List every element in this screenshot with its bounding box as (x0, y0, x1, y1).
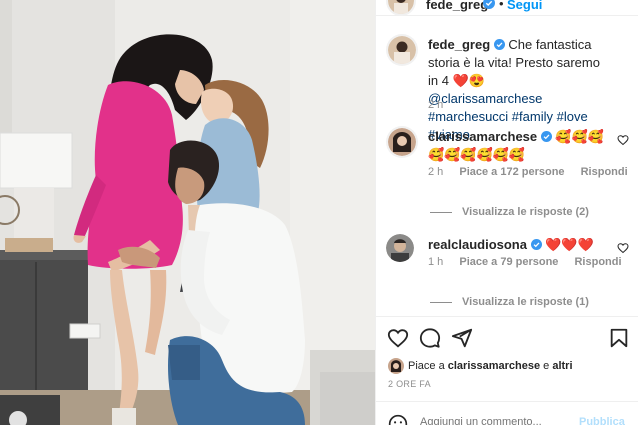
comment-time[interactable]: 2 h (428, 166, 443, 178)
heart-icon[interactable] (387, 327, 409, 349)
publish-button[interactable]: Pubblica (579, 416, 625, 425)
verified-badge-icon (493, 39, 505, 50)
view-replies-button[interactable]: Visualizza le risposte (2) (430, 206, 589, 218)
likes-text: Piace a clarissamarchese e altri (408, 360, 573, 372)
likes-summary[interactable]: Piace a clarissamarchese e altri (388, 358, 633, 376)
comment-meta: 1 h Piace a 79 persone Rispondi (428, 256, 635, 268)
caption-username[interactable]: fede_greg (428, 37, 490, 52)
view-replies-button[interactable]: Visualizza le risposte (1) (430, 296, 589, 308)
comment-avatar-image (388, 128, 416, 156)
comment-time[interactable]: 1 h (428, 256, 443, 268)
likes-others[interactable]: altri (552, 360, 572, 372)
verified-badge-icon (540, 131, 552, 142)
heart-icon[interactable] (617, 242, 629, 254)
replies-line (430, 301, 452, 303)
comment-avatar[interactable] (386, 126, 418, 158)
replies-line (430, 211, 452, 213)
post-sidebar: fede_greg • Segui ••• fede_greg (375, 0, 638, 425)
author-avatar-image (388, 0, 414, 14)
comment-body: clarissamarchese 🥰🥰🥰🥰🥰🥰🥰🥰🥰 (428, 128, 610, 164)
emoji-icon[interactable] (388, 414, 408, 425)
comment-icon[interactable] (419, 327, 441, 349)
caption-time[interactable]: 2 h (428, 99, 443, 111)
share-icon[interactable] (451, 327, 473, 349)
reply-button[interactable]: Rispondi (574, 256, 621, 268)
view-replies-label: Visualizza le risposte (2) (462, 206, 589, 218)
caption-avatar-image (388, 36, 416, 64)
author-username[interactable]: fede_greg (426, 0, 488, 12)
comment-input[interactable] (420, 416, 560, 425)
comment-avatar-image (386, 234, 414, 262)
comment-avatar[interactable] (386, 234, 418, 266)
verified-badge-icon (530, 239, 542, 250)
likes-middle: e (540, 360, 553, 372)
comment-likes[interactable]: Piace a 172 persone (459, 166, 564, 178)
comments-list[interactable]: fede_greg Che fantastica storia è la vit… (376, 28, 638, 315)
caption-avatar[interactable] (386, 34, 418, 66)
reply-button[interactable]: Rispondi (581, 166, 628, 178)
post-photo[interactable] (0, 0, 375, 425)
likes-user[interactable]: clarissamarchese (448, 360, 540, 372)
heart-icon[interactable] (617, 134, 629, 146)
verified-badge-icon (483, 0, 495, 9)
author-avatar[interactable] (386, 0, 416, 16)
view-replies-label: Visualizza le risposte (1) (462, 296, 589, 308)
likes-prefix: Piace a (408, 360, 448, 372)
post-header: fede_greg • Segui ••• (376, 0, 638, 16)
comment-meta: 2 h Piace a 172 persone Rispondi (428, 166, 638, 178)
comment-username[interactable]: clarissamarchese (428, 129, 537, 144)
post-image (0, 0, 375, 425)
follow-button[interactable]: Segui (507, 0, 542, 12)
save-icon[interactable] (608, 327, 630, 349)
post-timestamp[interactable]: 2 ORE FA (388, 379, 431, 389)
comment-likes[interactable]: Piace a 79 persone (459, 256, 558, 268)
comment-body: realclaudiosona ❤️❤️❤️ (428, 236, 610, 254)
caption-meta: 2 h (428, 99, 456, 111)
header-separator: • (499, 0, 504, 11)
more-options-icon[interactable]: ••• (608, 0, 628, 7)
liker-avatar (388, 358, 404, 374)
action-bar (376, 316, 638, 356)
comment-text: ❤️❤️❤️ (545, 237, 594, 252)
comment-username[interactable]: realclaudiosona (428, 237, 527, 252)
add-comment-bar: Pubblica (376, 401, 638, 425)
